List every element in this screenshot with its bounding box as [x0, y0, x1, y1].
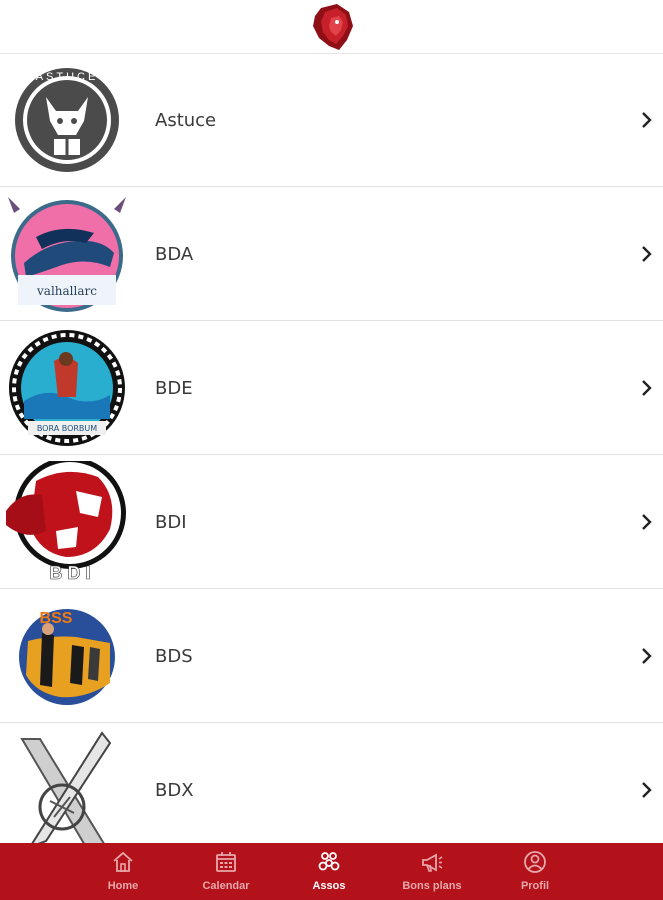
chevron-right-icon — [639, 512, 655, 532]
list-item-bds[interactable]: BSS BDS — [0, 590, 663, 723]
bde-logo: BORA BORBUM — [6, 327, 128, 449]
bottom-tab-bar: Home Calendar Assos Bons plans Profil — [0, 843, 663, 900]
tab-label: Calendar — [202, 880, 250, 892]
svg-text:B D I: B D I — [49, 563, 90, 583]
list-item-astuce[interactable]: ASTUCE Astuce — [0, 54, 663, 187]
tab-bons-plans[interactable]: Bons plans — [381, 843, 484, 900]
svg-text:BORA BORBUM: BORA BORBUM — [37, 424, 97, 433]
calendar-icon — [216, 852, 236, 872]
home-icon — [113, 851, 133, 872]
chevron-right-icon — [639, 110, 655, 130]
assos-name: BDE — [155, 378, 193, 399]
lion-logo — [312, 3, 353, 50]
chevron-right-icon — [639, 378, 655, 398]
tab-label: Home — [107, 880, 139, 892]
svg-text:ASTUCE: ASTUCE — [36, 71, 99, 83]
chevron-right-icon — [639, 646, 655, 666]
tab-label: Assos — [312, 880, 346, 892]
chevron-right-icon — [639, 780, 655, 800]
profile-icon — [524, 851, 546, 873]
tab-home[interactable]: Home — [72, 843, 175, 900]
bds-logo: BSS — [6, 595, 128, 717]
svg-text:BSS: BSS — [40, 610, 73, 627]
list-item-bdx[interactable]: BDX — [0, 724, 663, 843]
tab-label: Profil — [520, 880, 550, 892]
assos-name: BDS — [155, 646, 193, 667]
svg-text:valhallarc: valhallarc — [36, 284, 97, 298]
assos-name: Astuce — [155, 110, 217, 131]
tab-profil[interactable]: Profil — [484, 843, 587, 900]
megaphone-icon — [422, 853, 443, 872]
list-item-bda[interactable]: valhallarc BDA — [0, 188, 663, 321]
tab-calendar[interactable]: Calendar — [175, 843, 278, 900]
list-item-bde[interactable]: BORA BORBUM BDE — [0, 322, 663, 455]
bdi-logo: B D I — [6, 461, 128, 583]
bdx-logo — [6, 729, 128, 843]
assos-name: BDA — [155, 244, 194, 265]
assos-icon — [318, 852, 340, 871]
astuce-logo: ASTUCE — [6, 59, 128, 181]
chevron-right-icon — [639, 244, 655, 264]
assos-name: BDX — [155, 780, 194, 801]
app-header — [0, 0, 663, 54]
list-item-bdi[interactable]: B D I BDI — [0, 456, 663, 589]
bda-logo: valhallarc — [6, 193, 128, 315]
tab-assos[interactable]: Assos — [278, 843, 381, 900]
assos-list: ASTUCE Astuce valhallarc BDA BORA BORBUM… — [0, 54, 663, 843]
tab-label: Bons plans — [402, 880, 462, 892]
assos-name: BDI — [155, 512, 187, 533]
